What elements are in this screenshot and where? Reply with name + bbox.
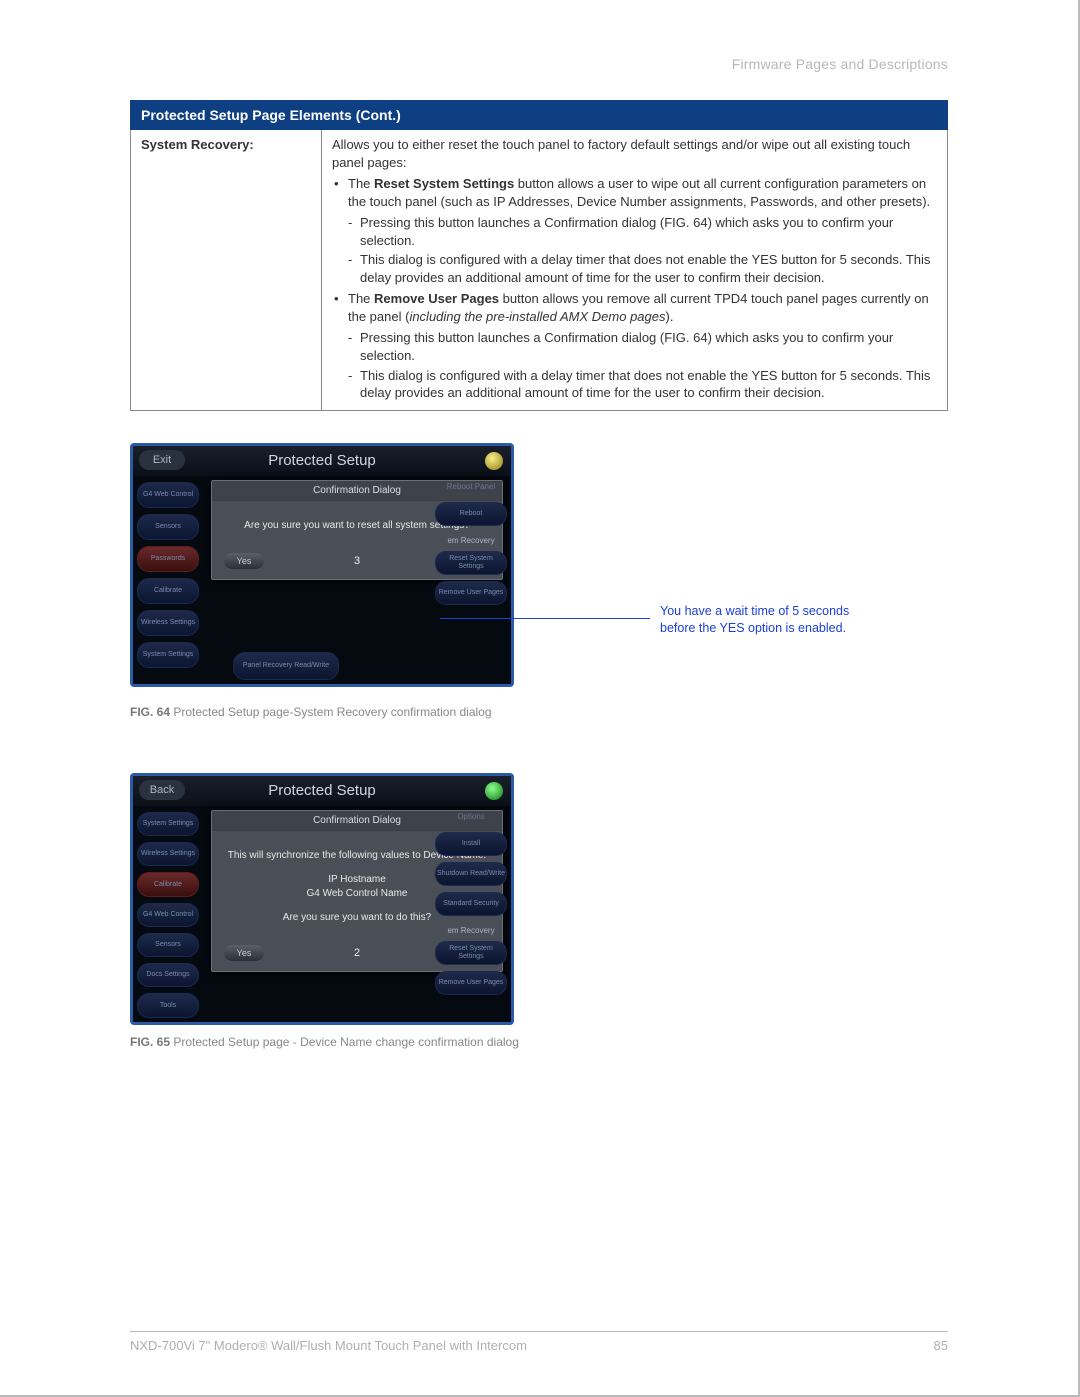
reset-settings-button[interactable]: Reset System Settings bbox=[435, 551, 507, 575]
sidebar-item[interactable]: Sensors bbox=[137, 514, 199, 540]
yes-button[interactable]: Yes bbox=[224, 553, 264, 569]
sidebar-item[interactable]: G4 Web Control bbox=[137, 482, 199, 508]
status-dot-icon bbox=[485, 452, 503, 470]
page: Firmware Pages and Descriptions Protecte… bbox=[0, 0, 1080, 1397]
intro-text: Allows you to either reset the touch pan… bbox=[332, 136, 937, 171]
right-label: Options bbox=[435, 812, 507, 826]
fig65-screenshot: Back Protected Setup System Settings Wir… bbox=[130, 773, 514, 1025]
back-button[interactable]: Back bbox=[139, 780, 185, 800]
recovery-head: em Recovery bbox=[435, 536, 507, 545]
fig65-titlebar: Back Protected Setup bbox=[133, 776, 511, 806]
shutdown-button[interactable]: Shutdown Read/Write bbox=[435, 862, 507, 886]
reset-sub2: This dialog is configured with a delay t… bbox=[348, 251, 937, 286]
reset-sub1: Pressing this button launches a Confirma… bbox=[348, 214, 937, 249]
fig64-caption: FIG. 64 Protected Setup page-System Reco… bbox=[130, 705, 492, 719]
right-label: Reboot Panel bbox=[435, 482, 507, 496]
recovery-head: em Recovery bbox=[435, 926, 507, 935]
countdown: 2 bbox=[354, 947, 360, 959]
row-content: Allows you to either reset the touch pan… bbox=[322, 130, 948, 411]
page-footer: NXD-700Vi 7" Modero® Wall/Flush Mount To… bbox=[130, 1331, 948, 1353]
sidebar-item[interactable]: Sensors bbox=[137, 933, 199, 957]
reboot-button[interactable]: Reboot bbox=[435, 502, 507, 526]
sidebar-item[interactable]: Passwords bbox=[137, 546, 199, 572]
remove-bold: Remove User Pages bbox=[374, 291, 499, 306]
sidebar-item[interactable]: System Settings bbox=[137, 642, 199, 668]
sidebar-item[interactable]: System Settings bbox=[137, 812, 199, 836]
yes-button[interactable]: Yes bbox=[224, 945, 264, 961]
remove-pages-button[interactable]: Remove User Pages bbox=[435, 581, 507, 605]
fig65-right-col: Options Install Shutdown Read/Write Stan… bbox=[435, 806, 507, 995]
sidebar-item[interactable]: Calibrate bbox=[137, 578, 199, 604]
panel-recovery-button[interactable]: Panel Recovery Read/Write bbox=[233, 652, 339, 680]
install-button[interactable]: Install bbox=[435, 832, 507, 856]
fig65-title: Protected Setup bbox=[268, 782, 376, 799]
fig65-left-col: System Settings Wireless Settings Calibr… bbox=[133, 806, 203, 1024]
sidebar-item[interactable]: Tools bbox=[137, 993, 199, 1017]
remove-pages-button[interactable]: Remove User Pages bbox=[435, 971, 507, 995]
fig64-right-col: Reboot Panel Reboot em Recovery Reset Sy… bbox=[435, 476, 507, 605]
sidebar-item[interactable]: G4 Web Control bbox=[137, 903, 199, 927]
table-title: Protected Setup Page Elements (Cont.) bbox=[131, 101, 948, 130]
remove-sub2: This dialog is configured with a delay t… bbox=[348, 367, 937, 402]
countdown: 3 bbox=[354, 555, 360, 567]
reset-bold: Reset System Settings bbox=[374, 176, 514, 191]
status-dot-icon bbox=[485, 782, 503, 800]
footer-product: NXD-700Vi 7" Modero® Wall/Flush Mount To… bbox=[130, 1338, 527, 1353]
row-label: System Recovery: bbox=[131, 130, 322, 411]
sidebar-item[interactable]: Docs Settings bbox=[137, 963, 199, 987]
remove-italic: including the pre-installed AMX Demo pag… bbox=[409, 309, 665, 324]
bullet-remove: The Remove User Pages button allows you … bbox=[334, 290, 937, 325]
sidebar-item[interactable]: Wireless Settings bbox=[137, 842, 199, 866]
sidebar-item[interactable]: Calibrate bbox=[137, 872, 199, 896]
page-number: 85 bbox=[934, 1338, 948, 1353]
fig64-annotation: You have a wait time of 5 seconds before… bbox=[660, 603, 880, 637]
fig64-screenshot: Exit Protected Setup G4 Web Control Sens… bbox=[130, 443, 514, 687]
annotation-line bbox=[440, 618, 650, 619]
remove-sub1: Pressing this button launches a Confirma… bbox=[348, 329, 937, 364]
bullet-reset: The Reset System Settings button allows … bbox=[334, 175, 937, 210]
exit-button[interactable]: Exit bbox=[139, 450, 185, 470]
header-section: Firmware Pages and Descriptions bbox=[130, 56, 948, 72]
setup-elements-table: Protected Setup Page Elements (Cont.) Sy… bbox=[130, 100, 948, 411]
fig64-titlebar: Exit Protected Setup bbox=[133, 446, 511, 476]
figure-64: Exit Protected Setup G4 Web Control Sens… bbox=[130, 443, 948, 723]
fig64-title: Protected Setup bbox=[268, 452, 376, 469]
reset-settings-button[interactable]: Reset System Settings bbox=[435, 941, 507, 965]
fig64-left-col: G4 Web Control Sensors Passwords Calibra… bbox=[133, 476, 203, 686]
sidebar-item[interactable]: Wireless Settings bbox=[137, 610, 199, 636]
figure-65: Back Protected Setup System Settings Wir… bbox=[130, 773, 948, 1049]
fig65-caption: FIG. 65 Protected Setup page - Device Na… bbox=[130, 1035, 948, 1049]
security-button[interactable]: Standard Security bbox=[435, 892, 507, 916]
